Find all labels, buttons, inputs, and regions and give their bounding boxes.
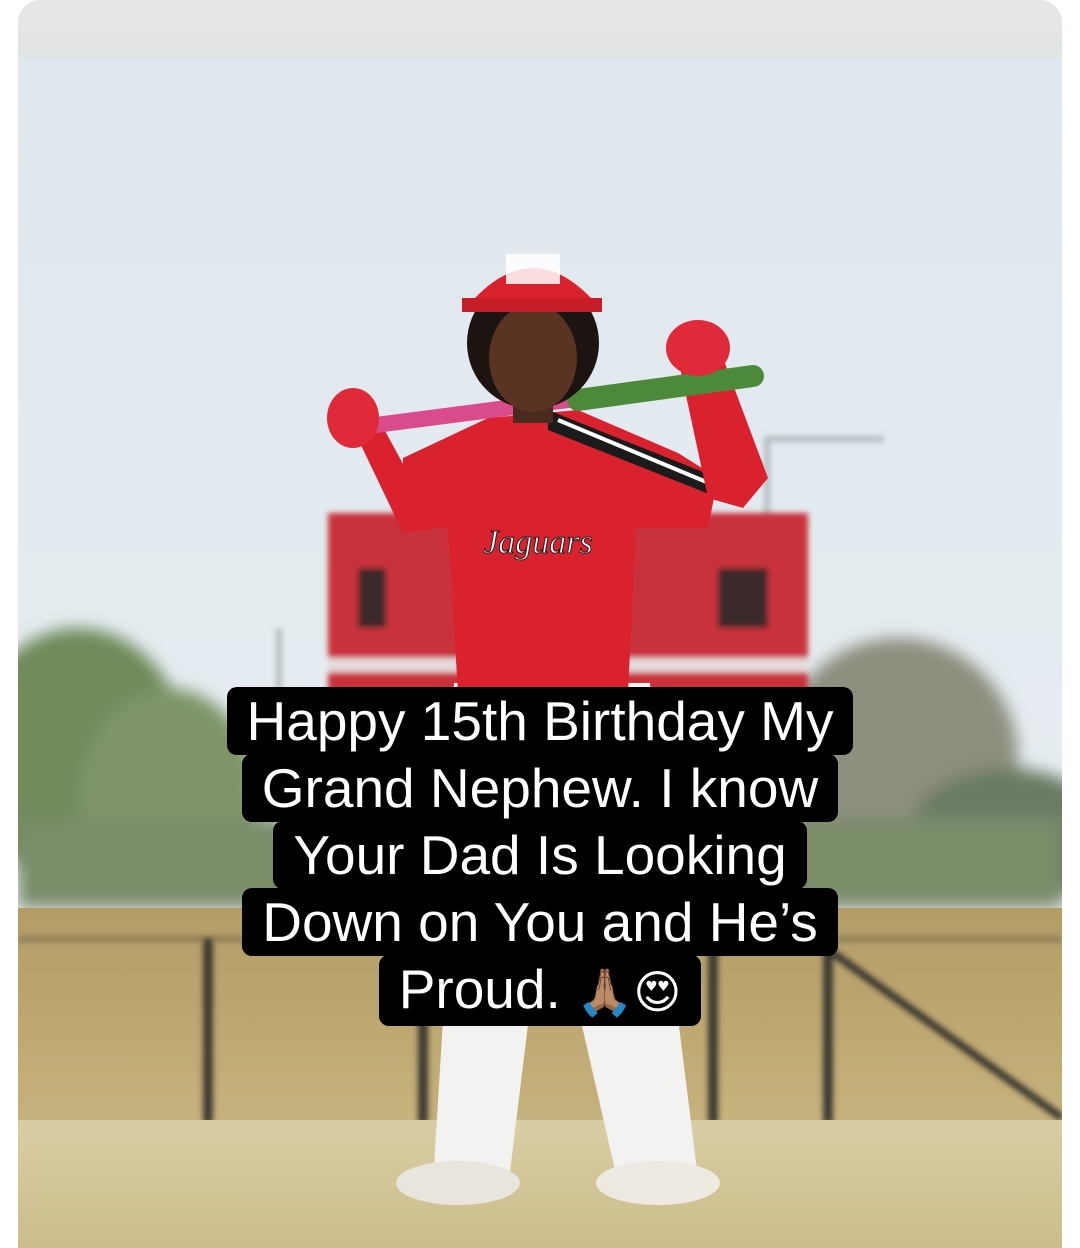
jersey-script: Jaguars bbox=[483, 524, 593, 561]
baseball-player-photo: Jaguars bbox=[18, 58, 1062, 1248]
post-frame: Jaguars Happy 15th Birthday My Grand Nep… bbox=[18, 0, 1062, 1248]
top-band bbox=[18, 0, 1062, 58]
infield-ground bbox=[18, 1120, 1062, 1248]
